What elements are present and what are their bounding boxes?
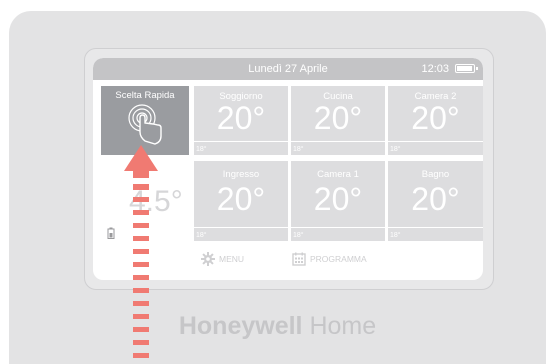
arrow-dash xyxy=(133,184,149,190)
arrow-dash xyxy=(133,275,149,280)
arrow-dash xyxy=(133,223,149,228)
arrow-dash xyxy=(133,170,149,178)
arrow-dash xyxy=(133,288,149,293)
arrow-dash xyxy=(133,301,149,306)
stage: Lunedì 27 Aprile 12:03 Scelta Rapida 4.5… xyxy=(0,0,555,364)
arrow-dash xyxy=(133,262,149,267)
arrow-dash xyxy=(133,340,149,345)
arrow-dash xyxy=(133,314,149,319)
pointer-arrow-annotation xyxy=(124,145,158,358)
arrow-shape xyxy=(124,145,158,358)
arrow-dash xyxy=(133,249,149,254)
arrow-dash xyxy=(133,327,149,332)
arrow-dash xyxy=(133,353,149,358)
arrow-dash xyxy=(133,236,149,241)
arrow-dash xyxy=(133,210,149,215)
arrow-head xyxy=(124,145,158,171)
arrow-dash xyxy=(133,197,149,202)
